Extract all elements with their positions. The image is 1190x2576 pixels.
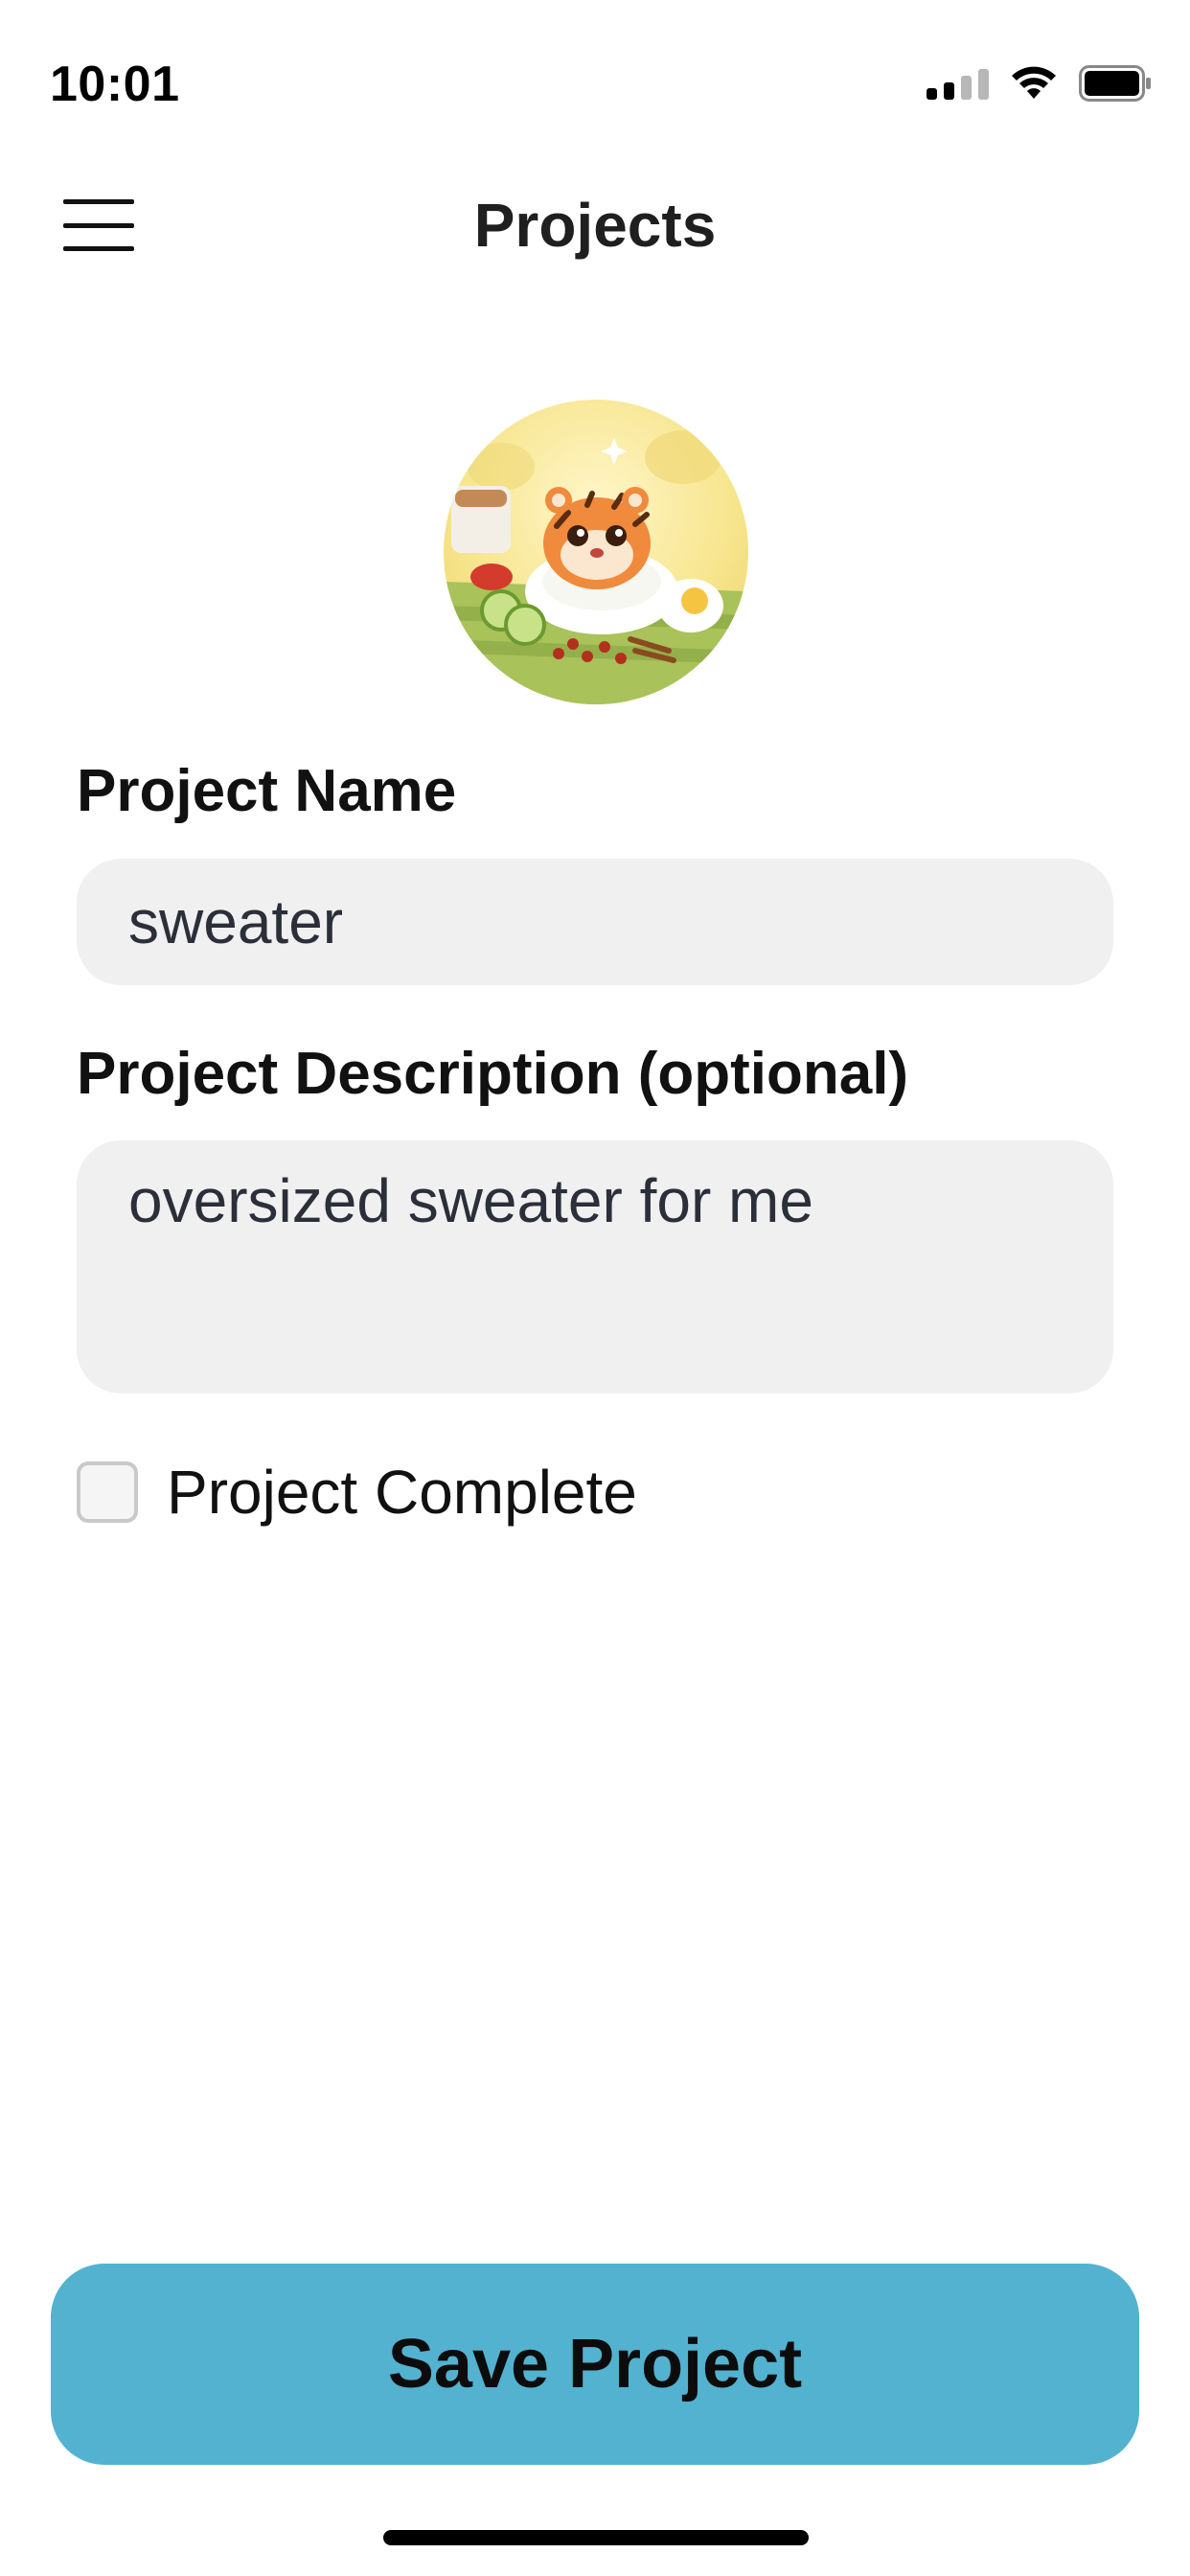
home-indicator: [383, 2530, 809, 2545]
project-complete-row[interactable]: Project Complete: [77, 1457, 637, 1528]
project-name-label: Project Name: [77, 758, 457, 824]
save-project-button[interactable]: Save Project: [51, 2264, 1139, 2465]
project-complete-checkbox[interactable]: [77, 1461, 138, 1523]
status-icons: [927, 65, 1152, 102]
project-description-label: Project Description (optional): [77, 1041, 909, 1107]
project-edit-screen: 10:01 Projects Project Name sweater Proj…: [0, 0, 1190, 2576]
nav-bar: Projects: [0, 163, 1190, 288]
page-title: Projects: [473, 191, 717, 260]
status-bar: 10:01: [0, 0, 1190, 144]
signal-icon: [927, 67, 989, 100]
project-avatar-image[interactable]: [444, 400, 748, 704]
battery-icon: [1079, 65, 1152, 102]
project-name-input[interactable]: [77, 859, 1113, 985]
wifi-icon: [1010, 66, 1058, 101]
project-complete-label: Project Complete: [167, 1458, 637, 1527]
project-description-input[interactable]: oversized sweater for me: [77, 1140, 1113, 1393]
status-time: 10:01: [50, 57, 180, 112]
